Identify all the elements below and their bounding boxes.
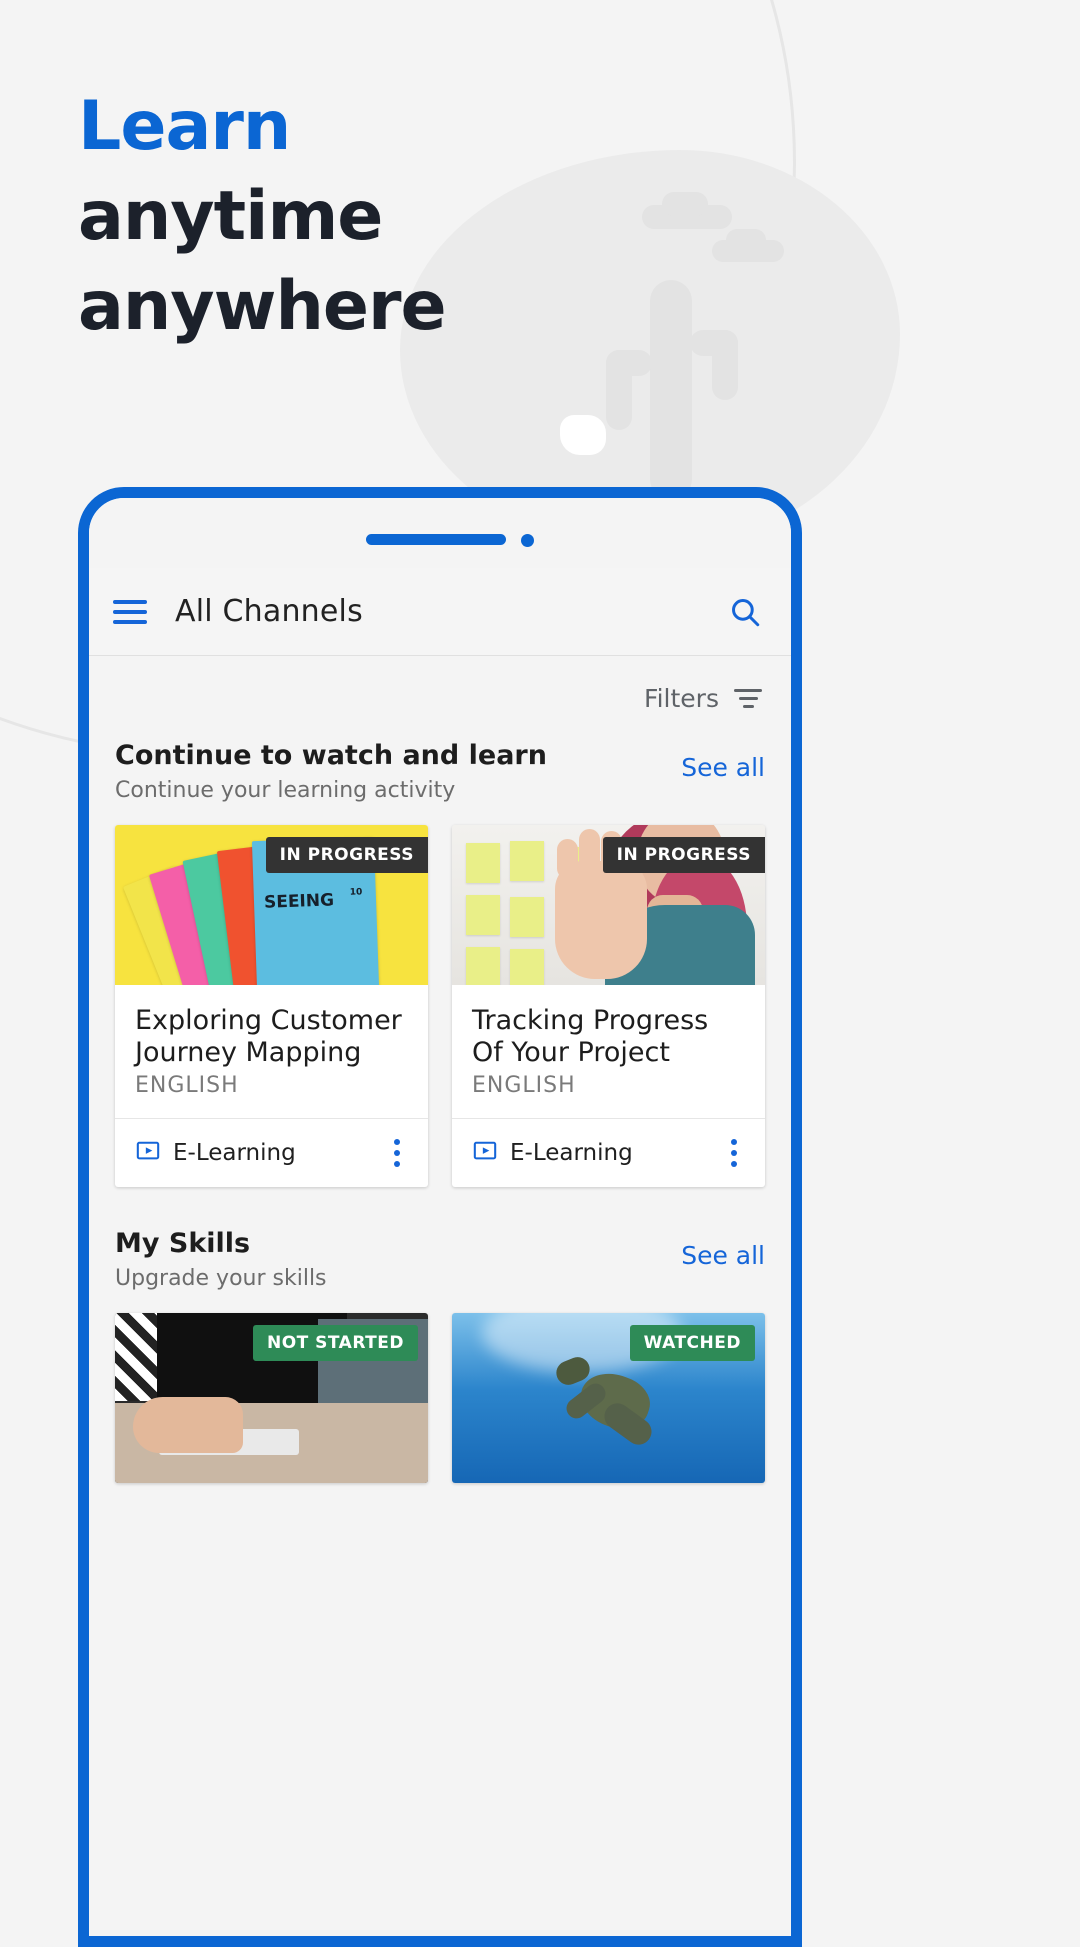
status-badge: IN PROGRESS	[602, 836, 765, 873]
course-card-body: Tracking Progress Of Your Project ENGLIS…	[452, 985, 765, 1118]
hero-headline: Learn anytime anywhere	[78, 82, 447, 351]
course-language: ENGLISH	[135, 1072, 239, 1098]
phone-mockup: All Channels Filters Continue to watch a…	[78, 487, 802, 1947]
course-type: E-Learning	[472, 1138, 633, 1168]
course-card[interactable]: WATCHED	[452, 1312, 765, 1483]
cactus-arm	[606, 350, 632, 430]
sticky-note	[510, 840, 544, 881]
course-card[interactable]: IN PROGRESS Tracking Progress Of Your Pr…	[452, 824, 765, 1187]
filters-row[interactable]: Filters	[89, 656, 791, 719]
section-title: My Skills	[115, 1227, 251, 1259]
course-card[interactable]: NOT STARTED	[115, 1312, 428, 1483]
sticky-note	[466, 946, 500, 985]
hamburger-icon[interactable]	[113, 599, 147, 624]
sticky-note	[510, 896, 544, 937]
hand	[555, 828, 647, 979]
phone-top-bezel	[89, 498, 791, 568]
background-highlight	[560, 415, 606, 455]
hero-line-1: Learn	[78, 87, 291, 166]
search-icon[interactable]	[723, 590, 767, 634]
video-play-icon	[472, 1138, 498, 1168]
course-card-footer: E-Learning	[452, 1117, 765, 1187]
speaker-slot-icon	[366, 534, 506, 545]
app-bar: All Channels	[89, 568, 791, 656]
course-type-label: E-Learning	[510, 1139, 633, 1166]
course-thumbnail: WATCHED	[452, 1312, 765, 1483]
sticky-note	[466, 842, 500, 883]
course-type: E-Learning	[135, 1138, 296, 1168]
section-header-skills: My Skills Upgrade your skills See all	[89, 1187, 791, 1291]
course-thumbnail: SEEING 10 IN PROGRESS	[115, 824, 428, 985]
cactus-icon	[650, 280, 692, 500]
cloud-icon	[662, 192, 708, 216]
hand	[133, 1396, 243, 1453]
hero-line-2: anytime	[78, 176, 383, 256]
course-title: Exploring Customer Journey Mapping	[135, 1004, 402, 1068]
kebab-menu-icon[interactable]	[386, 1135, 408, 1171]
section-subtitle: Upgrade your skills	[115, 1265, 327, 1291]
cards-row-skills: NOT STARTED WATCHED	[89, 1291, 791, 1483]
filter-icon[interactable]	[733, 689, 763, 708]
hero-line-3: anywhere	[78, 266, 447, 346]
sticky-note	[466, 894, 500, 935]
course-thumbnail: NOT STARTED	[115, 1312, 428, 1483]
page-title: All Channels	[175, 594, 363, 629]
see-all-link-continue[interactable]: See all	[681, 739, 765, 782]
section-header-continue: Continue to watch and learn Continue you…	[89, 719, 791, 803]
sticky-note	[510, 948, 544, 985]
screen-content: Filters Continue to watch and learn Cont…	[89, 656, 791, 1483]
status-badge: WATCHED	[629, 1324, 755, 1361]
course-card-footer: E-Learning	[115, 1117, 428, 1187]
status-badge: IN PROGRESS	[265, 836, 428, 873]
course-language: ENGLISH	[472, 1072, 576, 1098]
section-title: Continue to watch and learn	[115, 740, 547, 771]
kebab-menu-icon[interactable]	[723, 1135, 745, 1171]
course-title: Tracking Progress Of Your Project	[472, 1004, 709, 1068]
see-all-link-skills[interactable]: See all	[681, 1227, 765, 1270]
course-card[interactable]: SEEING 10 IN PROGRESS Exploring Customer…	[115, 824, 428, 1187]
course-card-body: Exploring Customer Journey Mapping ENGLI…	[115, 985, 428, 1118]
front-camera-icon	[521, 534, 534, 547]
course-type-label: E-Learning	[173, 1139, 296, 1166]
course-thumbnail: IN PROGRESS	[452, 824, 765, 985]
status-badge: NOT STARTED	[252, 1324, 418, 1361]
filters-label: Filters	[644, 684, 719, 713]
video-play-icon	[135, 1138, 161, 1168]
section-subtitle: Continue your learning activity	[115, 777, 456, 803]
cactus-arm	[712, 330, 738, 400]
cards-row-continue: SEEING 10 IN PROGRESS Exploring Customer…	[89, 803, 791, 1187]
cloud-icon	[726, 229, 766, 251]
